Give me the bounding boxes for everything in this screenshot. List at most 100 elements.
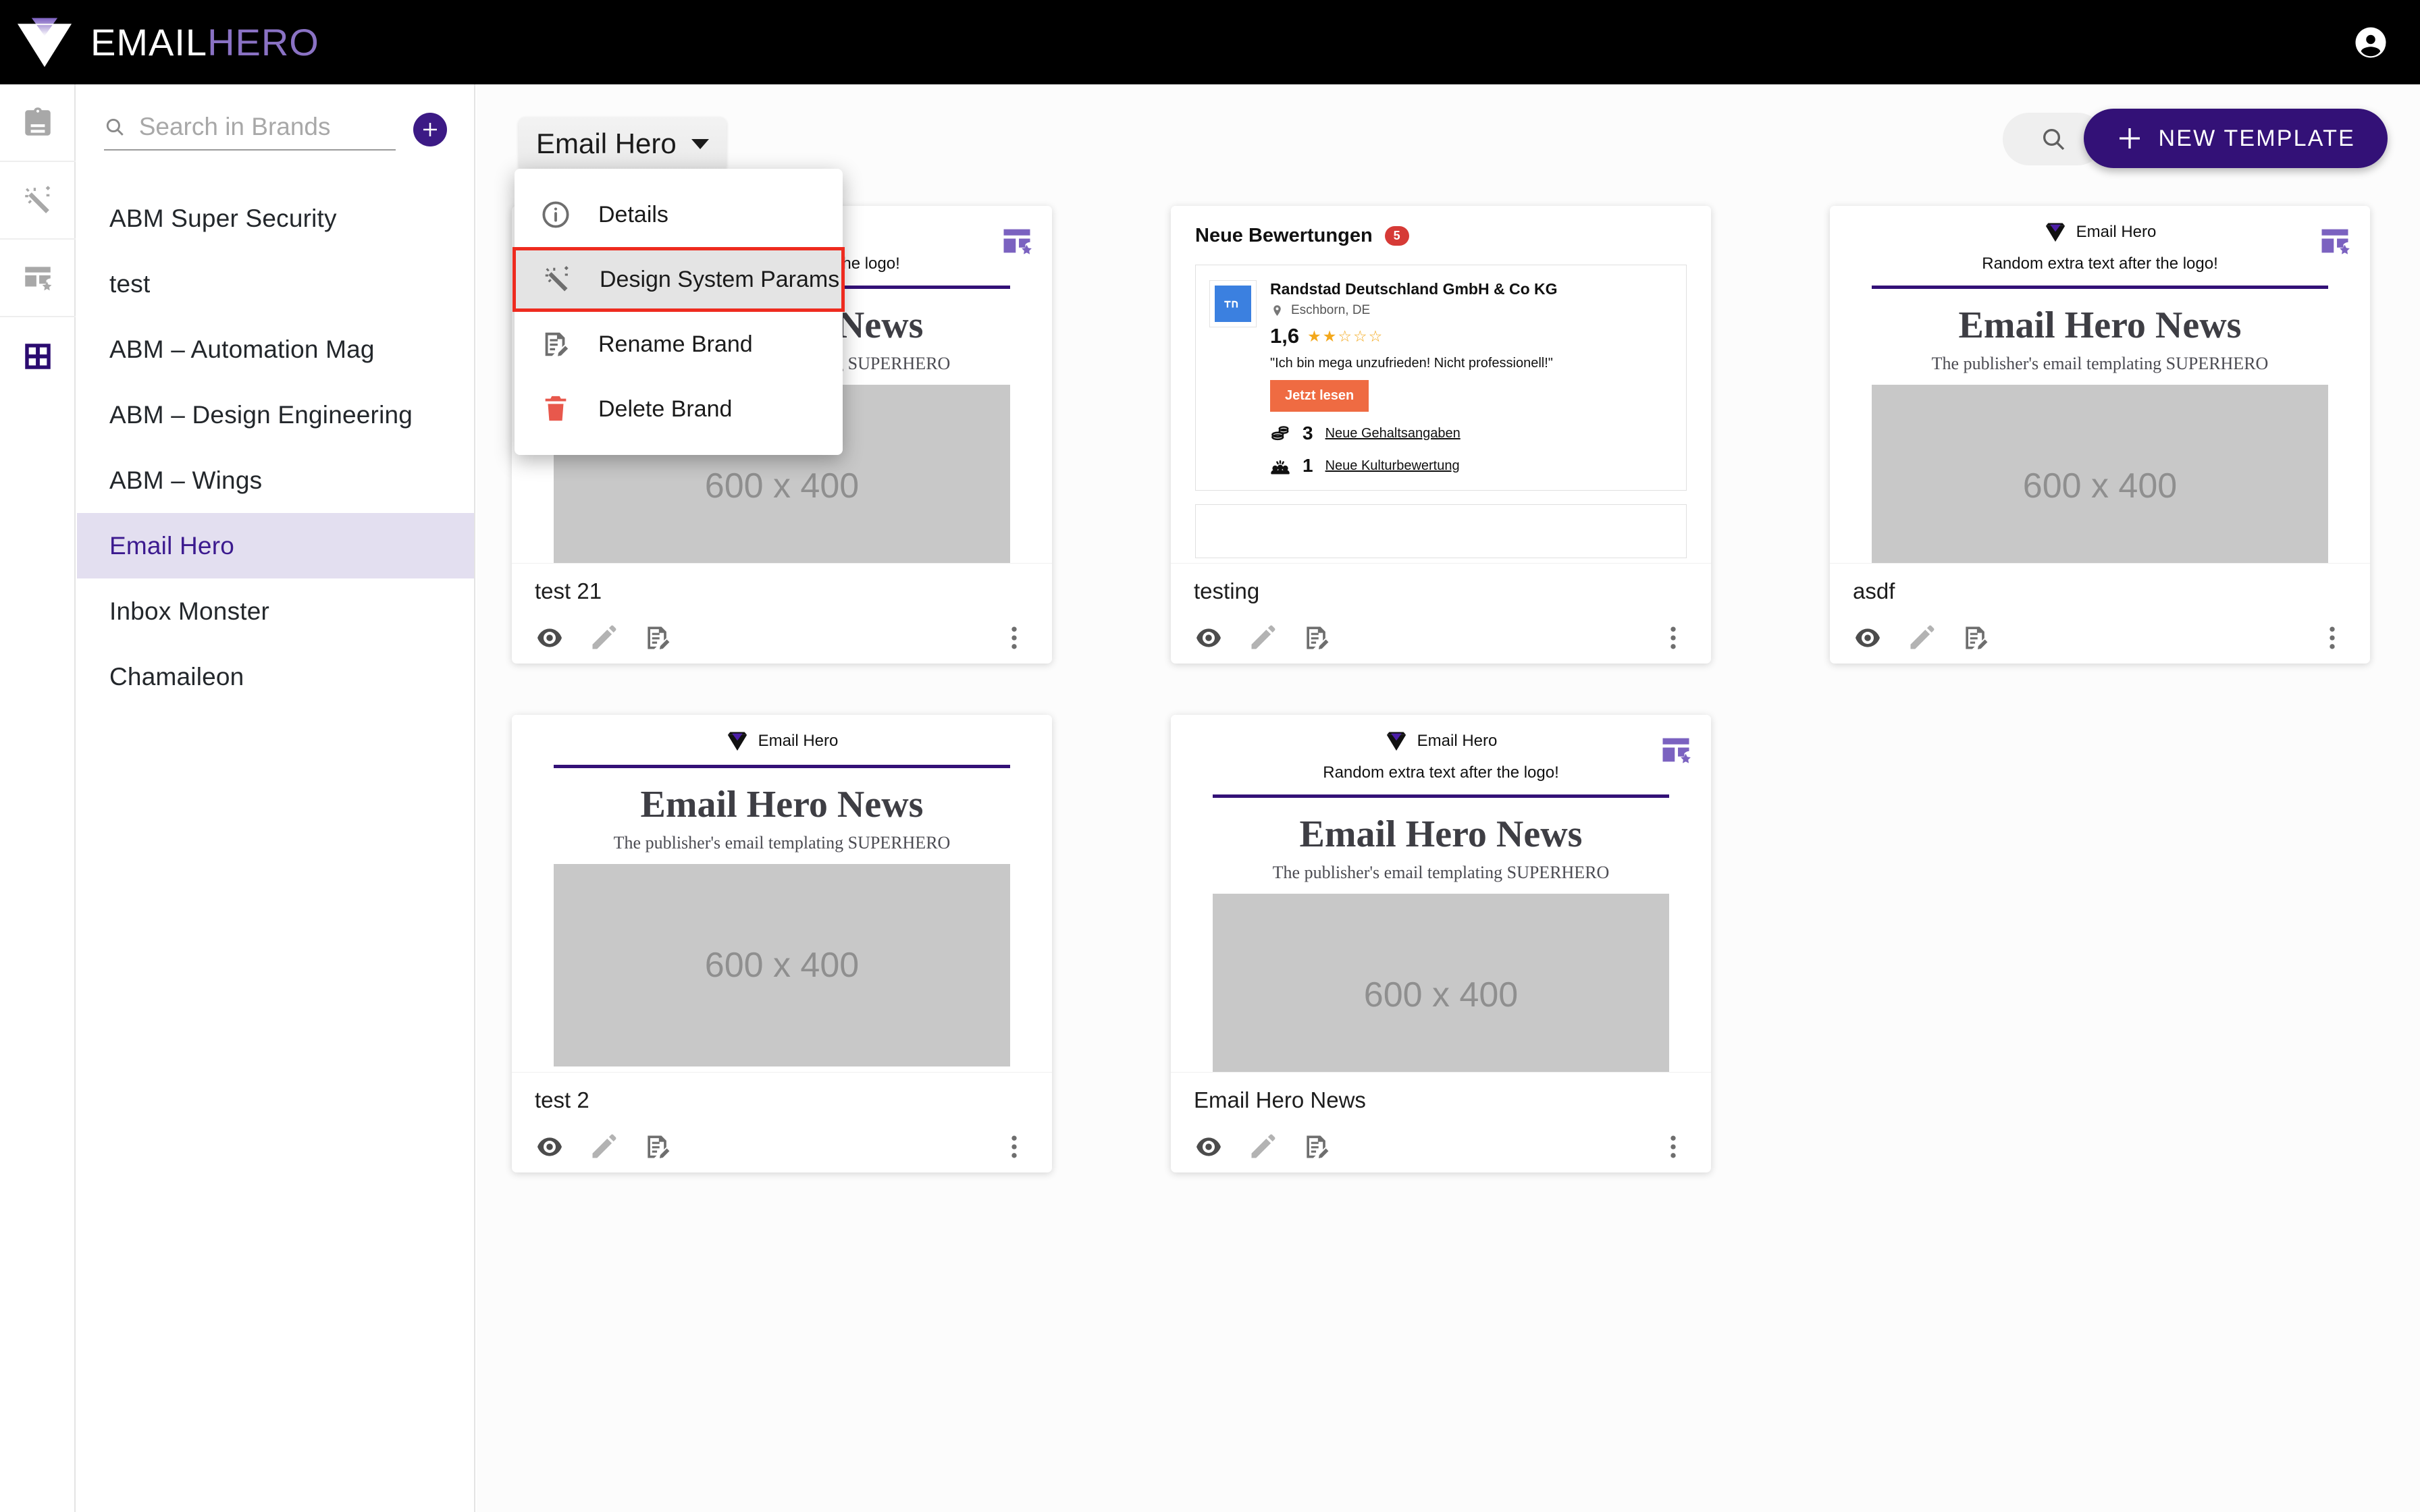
- newsletter-extra-text: Random extra text after the logo!: [1982, 254, 2218, 273]
- template-star-icon: [1003, 229, 1032, 254]
- card-rename-button[interactable]: [643, 1132, 673, 1165]
- card-rename-button[interactable]: [1302, 1132, 1332, 1165]
- brand-context-menu: Details Design System Params Rename Brand D…: [512, 169, 845, 455]
- brand-item-inbox-monster[interactable]: Inbox Monster: [77, 578, 474, 644]
- brand-item-abm-super-security[interactable]: ABM Super Security: [77, 186, 474, 251]
- template-star-badge-icon[interactable]: [999, 223, 1034, 262]
- icon-rail: [0, 84, 76, 1512]
- menu-item-delete-brand[interactable]: Delete Brand: [515, 377, 843, 441]
- brand-item-label: Email Hero: [109, 531, 234, 560]
- card-preview[interactable]: Email Hero Email Hero News The publisher's…: [512, 715, 1052, 1073]
- stat-culture-count: 1: [1303, 455, 1313, 476]
- card-edit-button[interactable]: [1248, 623, 1278, 656]
- review-card-secondary: [1195, 504, 1687, 558]
- stat-culture-label[interactable]: Neue Kulturbewertung: [1325, 458, 1460, 474]
- brand-item-abm-wings[interactable]: ABM – Wings: [77, 448, 474, 513]
- eye-icon: [1196, 1137, 1221, 1156]
- card-more-button[interactable]: [1658, 623, 1688, 656]
- menu-item-label: Design System Params: [600, 266, 840, 292]
- three-dots-icon: [1011, 1135, 1017, 1158]
- card-title: asdf: [1853, 578, 1895, 603]
- newsletter-extra-text: Random extra text after the logo!: [1323, 763, 1559, 782]
- stat-salaries-count: 3: [1303, 423, 1313, 443]
- card-footer: asdf: [1830, 564, 2370, 656]
- card-footer: Email Hero News: [1171, 1073, 1711, 1165]
- account-circle-icon[interactable]: [2352, 24, 2389, 61]
- info-icon-wrap: [540, 199, 571, 230]
- brand-item-chamaileon[interactable]: Chamaileon: [77, 644, 474, 709]
- card-preview-button[interactable]: [535, 1132, 564, 1165]
- plus-icon: [2120, 128, 2140, 148]
- brand-item-label: ABM – Wings: [109, 466, 263, 494]
- brand-item-email-hero[interactable]: Email Hero: [77, 513, 474, 578]
- app-logo[interactable]: EMAILHERO: [14, 11, 319, 74]
- card-preview-button[interactable]: [1194, 1132, 1224, 1165]
- card-rename-button[interactable]: [1302, 623, 1332, 656]
- template-star-badge-icon[interactable]: [1658, 732, 1693, 771]
- rail-item-templates[interactable]: [0, 317, 76, 395]
- card-rename-button[interactable]: [1961, 623, 1991, 656]
- pencil-icon: [592, 1134, 616, 1158]
- brand-item-abm-automation-mag[interactable]: ABM – Automation Mag: [77, 317, 474, 382]
- template-card[interactable]: Email Hero Random extra text after the lo…: [1171, 715, 1711, 1172]
- card-edit-button[interactable]: [589, 1132, 619, 1165]
- template-star-badge-icon[interactable]: [2317, 223, 2352, 262]
- diamond-logo-icon: [727, 732, 747, 751]
- new-template-button[interactable]: NEW TEMPLATE: [2084, 109, 2388, 168]
- card-more-button[interactable]: [999, 1132, 1029, 1165]
- menu-item-details[interactable]: Details: [515, 182, 843, 247]
- logo-text-hero: HERO: [207, 21, 319, 63]
- brand-search-field[interactable]: [104, 113, 396, 151]
- card-preview-button[interactable]: [1853, 623, 1883, 656]
- three-dots-icon: [2330, 626, 2335, 649]
- review-cta-button[interactable]: Jetzt lesen: [1270, 380, 1369, 412]
- brand-item-abm-design-engineering[interactable]: ABM – Design Engineering: [77, 382, 474, 448]
- menu-item-design-system-params[interactable]: Design System Params: [512, 247, 845, 312]
- template-card[interactable]: Neue Bewertungen 5 Randstad Deutschland Gm…: [1171, 206, 1711, 664]
- card-preview-button[interactable]: [535, 623, 564, 656]
- newsletter-image-placeholder: 600 x 400: [1213, 894, 1669, 1072]
- review-preview: Neue Bewertungen 5 Randstad Deutschland Gm…: [1171, 206, 1711, 558]
- template-card[interactable]: Email Hero Email Hero News The publisher's…: [512, 715, 1052, 1172]
- document-edit-icon: [545, 332, 569, 356]
- card-preview[interactable]: Email Hero Random extra text after the lo…: [1830, 206, 2370, 564]
- add-brand-button[interactable]: [413, 113, 447, 146]
- brand-item-test[interactable]: test: [77, 251, 474, 317]
- eye-icon: [1196, 628, 1221, 647]
- rail-item-design[interactable]: [0, 162, 76, 240]
- newsletter-preview: Email Hero Email Hero News The publisher's…: [512, 715, 1052, 1066]
- stat-salaries-label[interactable]: Neue Gehaltsangaben: [1325, 426, 1461, 441]
- card-preview[interactable]: Email Hero Random extra text after the lo…: [1171, 715, 1711, 1073]
- search-input[interactable]: [138, 113, 396, 141]
- newsletter-logo-label: Email Hero: [1417, 732, 1498, 750]
- rail-item-clipboard[interactable]: [0, 84, 76, 162]
- brand-dropdown-button[interactable]: Email Hero: [519, 117, 727, 172]
- newsletter-subtitle: The publisher's email templating SUPERHE…: [613, 833, 951, 853]
- card-edit-button[interactable]: [589, 623, 619, 656]
- template-card[interactable]: Email Hero Random extra text after the lo…: [1830, 206, 2370, 664]
- card-edit-button[interactable]: [1248, 1132, 1278, 1165]
- brand-item-label: ABM – Design Engineering: [109, 400, 413, 429]
- menu-item-rename-brand[interactable]: Rename Brand: [515, 312, 843, 377]
- card-more-button[interactable]: [2317, 623, 2347, 656]
- eye-icon: [537, 628, 562, 647]
- pencil-icon: [592, 625, 616, 649]
- card-preview[interactable]: Neue Bewertungen 5 Randstad Deutschland Gm…: [1171, 206, 1711, 564]
- chevron-down-icon: [691, 138, 709, 149]
- magic-wand-icon: [545, 266, 569, 292]
- newsletter-divider: [554, 765, 1010, 768]
- card-edit-button[interactable]: [1907, 623, 1937, 656]
- menu-item-label: Rename Brand: [598, 331, 753, 357]
- rail-item-favorites[interactable]: [0, 240, 76, 317]
- card-rename-button[interactable]: [643, 623, 673, 656]
- newsletter-image-placeholder: 600 x 400: [554, 864, 1010, 1066]
- brand-item-label: Inbox Monster: [109, 597, 270, 625]
- card-more-button[interactable]: [1658, 1132, 1688, 1165]
- card-more-button[interactable]: [999, 623, 1029, 656]
- review-stat-culture: 1 Neue Kulturbewertung: [1270, 455, 1673, 477]
- document-edit-icon: [648, 1135, 670, 1158]
- brand-item-label: ABM – Automation Mag: [109, 335, 375, 363]
- card-preview-button[interactable]: [1194, 623, 1224, 656]
- grid-icon: [25, 343, 51, 369]
- rating-score: 1,6: [1270, 324, 1300, 348]
